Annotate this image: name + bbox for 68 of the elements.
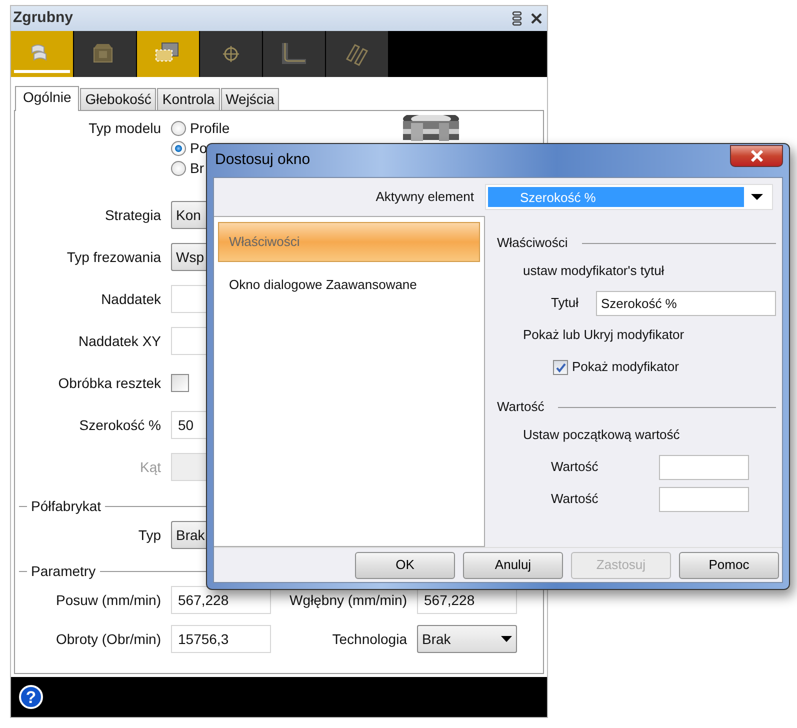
tab[interactable]: Kontrola — [157, 88, 220, 110]
panel-title: Zgrubny — [13, 8, 74, 28]
input-field[interactable]: 15756,3 — [171, 625, 271, 653]
toolbar-tab[interactable] — [263, 31, 325, 77]
radio-label: Br — [190, 158, 204, 178]
corner-icon — [280, 41, 308, 67]
field-label: Wartość — [551, 458, 596, 476]
dialog-button[interactable]: OK — [355, 552, 455, 578]
toolbar-tab[interactable] — [200, 31, 262, 77]
radio-button[interactable] — [171, 140, 186, 156]
hint-text: Ustaw początkową wartość — [523, 426, 680, 444]
tab[interactable]: Ogólnie — [15, 86, 80, 111]
menu-button[interactable] — [512, 11, 522, 26]
toolbar-tab[interactable] — [137, 31, 199, 77]
slots-icon — [343, 41, 371, 67]
list-item[interactable]: Okno dialogowe Zaawansowane — [218, 265, 480, 305]
field-label: Obroty (Obr/min) — [54, 630, 161, 649]
input-field[interactable]: Szerokość % — [596, 290, 776, 316]
caret-icon — [751, 194, 763, 200]
field-label: Obróbka resztek — [57, 374, 161, 392]
caret-icon — [501, 636, 512, 642]
radio-button[interactable] — [171, 120, 186, 136]
field-label: Kąt — [138, 458, 161, 477]
dialog-button[interactable]: Anuluj — [463, 552, 563, 578]
tab[interactable]: Głebokość — [80, 88, 156, 110]
tab[interactable]: Wejścia — [220, 88, 280, 110]
group-title: Właściwości — [497, 234, 568, 252]
help-button[interactable]: ? — [19, 685, 43, 709]
hint-text: Pokaż lub Ukryj modyfikator — [523, 326, 684, 344]
field-label: Typ modelu — [88, 119, 161, 138]
radio-label: Profile — [190, 118, 230, 138]
field-label: Naddatek XY — [78, 332, 161, 350]
field-label: Naddatek — [100, 290, 161, 308]
input-field[interactable]: 567,228 — [171, 586, 271, 614]
toolbar-tab[interactable] — [11, 31, 73, 77]
crosshair-icon — [223, 46, 239, 62]
close-icon — [530, 12, 543, 25]
field-label: Typ — [137, 526, 161, 545]
hint-text: ustaw modyfikator's tytuł — [523, 262, 664, 280]
field-label: Strategia — [104, 206, 161, 225]
close-button[interactable] — [530, 12, 543, 25]
toolbar-tab[interactable] — [74, 31, 136, 77]
field-label: Typ frezowania — [66, 248, 161, 267]
section-title: Parametry — [30, 562, 97, 581]
field-label: Wartość — [551, 490, 596, 508]
field-label: Tytuł — [551, 294, 580, 312]
field-label: Aktywny element — [374, 188, 474, 206]
section-title: Półfabrykat — [30, 496, 102, 516]
field-label: Technologia — [331, 630, 407, 649]
input-field[interactable] — [659, 454, 749, 480]
close-button[interactable] — [730, 144, 783, 166]
check-icon — [555, 362, 566, 372]
field-label: Szerokość % — [78, 416, 161, 434]
field-label: Wgłębny (mm/min) — [288, 590, 407, 610]
window-title: Dostosuj okno — [215, 150, 310, 170]
dialog-button[interactable]: Pomoc — [679, 552, 779, 578]
checkbox[interactable] — [553, 360, 568, 374]
checkbox-label: Pokaż modyfikator — [572, 358, 679, 376]
group-title: Wartość — [497, 398, 544, 416]
radio-button[interactable] — [171, 160, 186, 176]
radio-label: Po — [190, 138, 208, 158]
checkbox[interactable] — [171, 374, 189, 392]
dropdown[interactable]: Brak — [417, 625, 517, 653]
menu-icon — [512, 11, 522, 26]
field-label: Posuw (mm/min) — [54, 590, 161, 610]
input-field[interactable] — [659, 486, 749, 512]
close-icon — [750, 148, 764, 162]
toolbar-tab[interactable] — [326, 31, 388, 77]
